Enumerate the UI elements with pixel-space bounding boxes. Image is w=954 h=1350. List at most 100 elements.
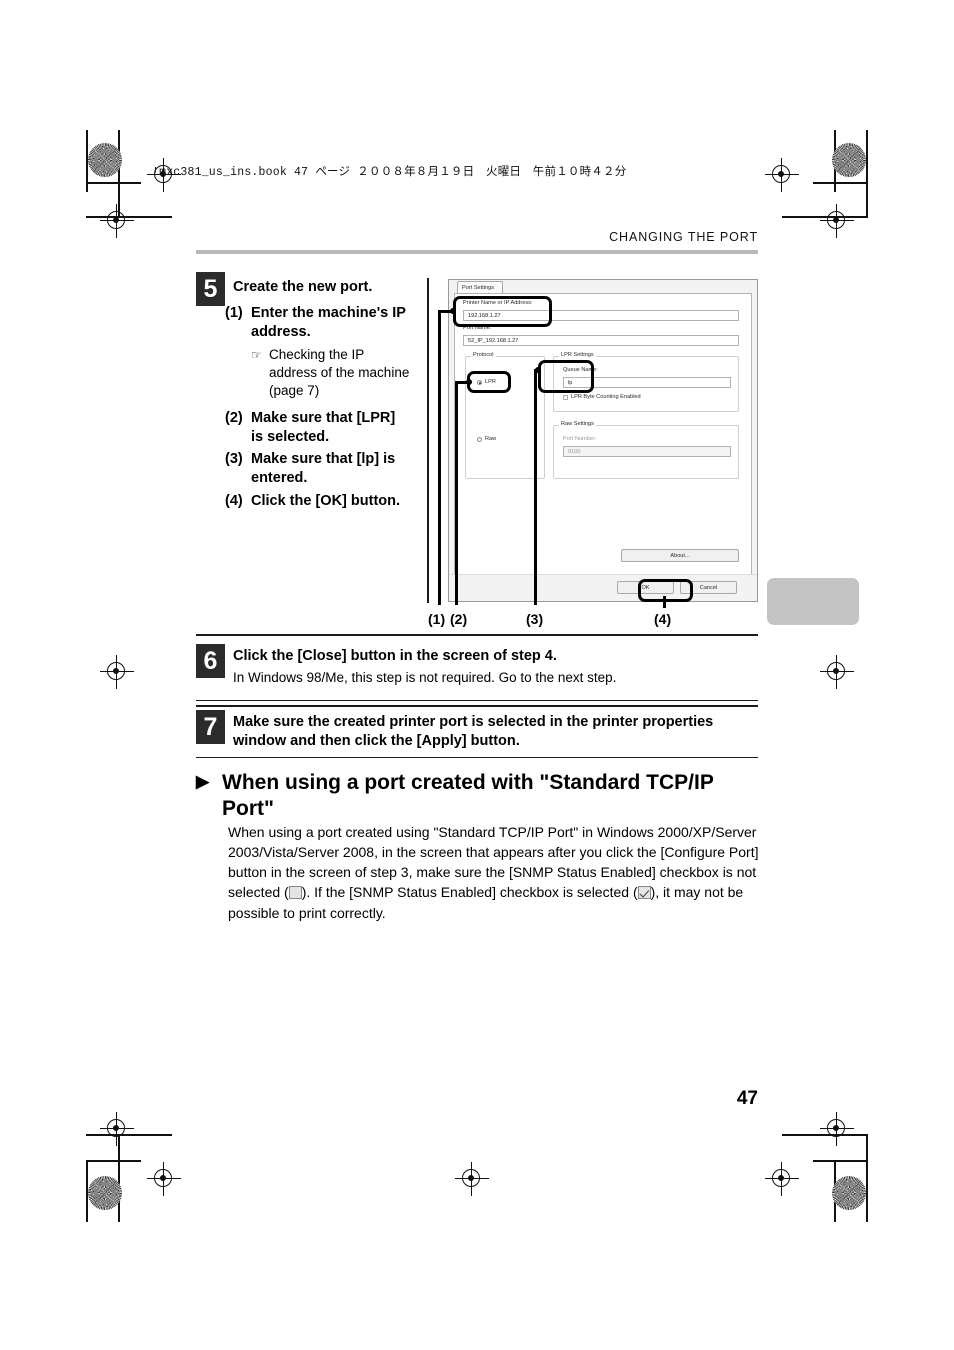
step-7-bottom-rule	[196, 757, 758, 759]
radio-lpr[interactable]: LPR	[477, 379, 496, 386]
registration-mark	[100, 204, 134, 238]
leader-v-1	[438, 310, 441, 605]
halftone-density-dot	[88, 143, 122, 177]
about-button[interactable]: About...	[621, 549, 739, 562]
step-6: 6 Click the [Close] button in the screen…	[196, 644, 758, 688]
port-number-input: 9100	[563, 446, 731, 457]
crop-line	[86, 182, 141, 184]
halftone-density-dot	[88, 1176, 122, 1210]
running-head: CHANGING THE PORT	[609, 230, 758, 244]
chapter-thumb-tab	[767, 578, 859, 625]
halftone-density-dot	[832, 143, 866, 177]
crop-line	[118, 1134, 120, 1222]
substep-2: (2) Make sure that [LPR] is selected.	[225, 409, 410, 448]
radio-raw[interactable]: Raw	[477, 436, 496, 443]
registration-mark	[820, 655, 854, 689]
substep-1-note: ☞ Checking the IP address of the machine…	[251, 346, 410, 401]
cancel-button[interactable]: Cancel	[680, 581, 737, 594]
substep-3: (3) Make sure that [lp] is entered.	[225, 450, 410, 489]
step-6-title: Click the [Close] button in the screen o…	[233, 648, 557, 664]
registration-mark	[820, 1112, 854, 1146]
crop-line	[813, 182, 868, 184]
section-heading: ▶ When using a port created with "Standa…	[196, 770, 761, 822]
step-6-subtitle: In Windows 98/Me, this step is not requi…	[233, 670, 617, 686]
step-6-number: 6	[196, 644, 225, 678]
step-5-divider	[427, 278, 429, 603]
substep-4-label: (4)	[225, 492, 243, 509]
registration-mark	[820, 204, 854, 238]
crop-line	[86, 1160, 141, 1162]
substep-2-text: Make sure that [LPR] is selected.	[251, 409, 396, 445]
registration-mark	[765, 1162, 799, 1196]
callout-label-2: (2)	[450, 611, 468, 627]
printer-name-label: Printer Name or IP Address:	[463, 300, 533, 306]
registration-mark	[765, 158, 799, 192]
unchecked-checkbox-icon	[288, 886, 302, 900]
book-info-line: !mxc381_us_ins.book 47 ページ ２００８年８月１９日 火曜…	[152, 166, 627, 179]
substep-1-note-text: Checking the IP address of the machine (…	[269, 346, 410, 399]
section-body-part2: ). If the [SNMP Status Enabled] checkbox…	[301, 884, 638, 901]
port-name-input[interactable]: 52_IP_192.168.1.27	[463, 335, 739, 346]
substep-1: (1) Enter the machine's IP address.	[225, 304, 410, 343]
raw-settings-title: Raw Settings	[559, 421, 596, 428]
registration-mark	[455, 1162, 489, 1196]
leader-v-3	[534, 369, 537, 605]
registration-mark	[100, 1112, 134, 1146]
radio-raw-label: Raw	[485, 436, 497, 442]
queue-name-label: Queue Name:	[563, 367, 598, 373]
step-6-bottom-rule	[196, 700, 758, 702]
checked-checkbox-icon	[637, 886, 651, 900]
lpr-byte-counting-checkbox[interactable]: LPR Byte Counting Enabled	[563, 394, 641, 401]
section-body: When using a port created using "Standar…	[228, 822, 760, 923]
protocol-group-title: Protocol	[471, 352, 496, 359]
page-number: 47	[736, 1088, 758, 1109]
radio-raw-indicator	[477, 436, 482, 442]
triangle-bullet-icon: ▶	[196, 772, 210, 791]
halftone-density-dot	[832, 1176, 866, 1210]
queue-name-input[interactable]: lp	[563, 377, 731, 388]
registration-mark	[147, 1162, 181, 1196]
step-7: 7 Make sure the created printer port is …	[196, 710, 758, 752]
crop-line	[866, 130, 868, 218]
substep-4: (4) Click the [OK] button.	[225, 492, 410, 511]
substep-1-text: Enter the machine's IP address.	[251, 305, 406, 341]
tab-port-settings[interactable]: Port Settings	[457, 281, 503, 293]
printer-name-input[interactable]: 192.168.1.27	[463, 310, 739, 321]
port-number-label: Port Number:	[563, 436, 597, 442]
substep-3-label: (3)	[225, 451, 243, 468]
lpr-settings-title: LPR Settings	[559, 352, 596, 359]
ok-button[interactable]: OK	[617, 581, 674, 594]
step-5-title: Create the new port.	[233, 279, 373, 295]
step-7-number: 7	[196, 710, 225, 744]
lpr-byte-counting-label: LPR Byte Counting Enabled	[571, 394, 641, 400]
section-heading-text: When using a port created with "Standard…	[222, 771, 714, 821]
registration-mark	[100, 655, 134, 689]
callout-label-1: (1)	[428, 611, 446, 627]
callout-label-4: (4)	[654, 611, 672, 627]
port-settings-dialog: Port Settings Printer Name or IP Address…	[448, 279, 758, 602]
leader-v-2	[455, 381, 458, 605]
radio-lpr-label: LPR	[485, 379, 496, 385]
pointing-hand-icon: ☞	[251, 347, 262, 362]
callout-label-3: (3)	[526, 611, 544, 627]
crop-line	[866, 1134, 868, 1222]
substep-2-label: (2)	[225, 409, 243, 426]
substep-1-label: (1)	[225, 305, 243, 321]
crop-line	[813, 1160, 868, 1162]
radio-lpr-indicator	[477, 379, 482, 385]
lpr-byte-counting-box	[563, 394, 568, 400]
header-rule	[196, 250, 758, 254]
step-5: 5 Create the new port.	[196, 272, 426, 306]
step-5-bottom-rule	[196, 634, 758, 637]
port-name-label: Port Name:	[463, 325, 492, 331]
step-5-number: 5	[196, 272, 225, 306]
step-7-title: Make sure the created printer port is se…	[233, 714, 714, 750]
step-7-top-rule	[196, 705, 758, 708]
protocol-group	[465, 356, 545, 479]
leader-v-4	[663, 596, 666, 608]
step-5-substeps: (1) Enter the machine's IP address. ☞ Ch…	[225, 304, 410, 514]
page: !mxc381_us_ins.book 47 ページ ２００８年８月１９日 火曜…	[0, 0, 954, 1350]
substep-4-text: Click the [OK] button.	[251, 492, 401, 509]
dialog-body: Printer Name or IP Address: 192.168.1.27…	[454, 293, 752, 575]
substep-3-text: Make sure that [lp] is entered.	[251, 451, 396, 487]
